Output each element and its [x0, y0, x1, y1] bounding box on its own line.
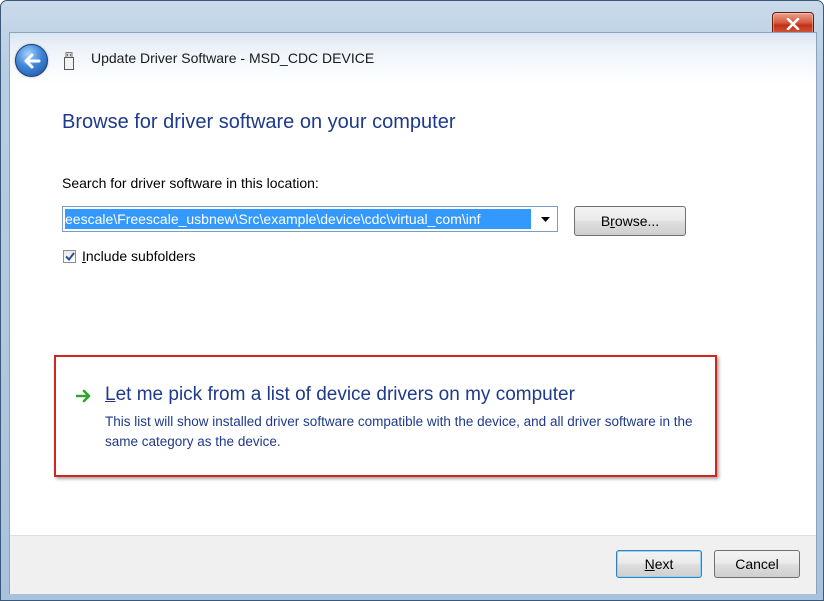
- pick-from-list-description: This list will show installed driver sof…: [105, 414, 693, 449]
- dropdown-arrow-icon: [540, 216, 550, 222]
- back-arrow-icon: [24, 53, 40, 68]
- green-arrow-icon: [76, 389, 91, 403]
- page-heading: Browse for driver software on your compu…: [62, 111, 456, 133]
- next-label-rest: ext: [654, 556, 674, 572]
- path-combobox[interactable]: eescale\Freescale_usbnew\Src\example\dev…: [62, 206, 558, 232]
- window-title: Update Driver Software - MSD_CDC DEVICE: [91, 50, 375, 66]
- usb-device-icon: [64, 52, 74, 70]
- include-subfolders-checkbox[interactable]: [63, 250, 76, 263]
- pick-accelerator: L: [105, 384, 116, 405]
- checkmark-icon: [64, 252, 75, 261]
- content-area: Browse for driver software on your compu…: [10, 83, 816, 535]
- browse-button[interactable]: Br owse...: [574, 206, 686, 236]
- include-subfolders-label[interactable]: Include subfolders: [82, 248, 196, 264]
- back-button[interactable]: [15, 44, 48, 77]
- browse-label-start: B: [600, 213, 611, 229]
- next-button[interactable]: Next: [616, 550, 702, 578]
- browse-label-end: owse...: [614, 213, 660, 229]
- path-input-value[interactable]: eescale\Freescale_usbnew\Src\example\dev…: [65, 209, 531, 229]
- search-location-label: Search for driver software in this locat…: [62, 175, 319, 191]
- pick-from-list-link[interactable]: Let me pick from a list of device driver…: [105, 384, 575, 406]
- cancel-button[interactable]: Cancel: [714, 550, 800, 578]
- path-dropdown-button[interactable]: [533, 207, 557, 231]
- footer-bar: Next Cancel: [10, 535, 816, 594]
- include-label-rest: nclude subfolders: [85, 248, 196, 264]
- next-accelerator: N: [644, 556, 655, 572]
- pick-title-rest: et me pick from a list of device drivers…: [115, 384, 575, 405]
- close-icon: [786, 18, 800, 30]
- update-driver-window: Update Driver Software - MSD_CDC DEVICE …: [0, 0, 824, 601]
- client-area: Update Driver Software - MSD_CDC DEVICE …: [9, 32, 817, 594]
- header-bar: Update Driver Software - MSD_CDC DEVICE: [10, 33, 816, 83]
